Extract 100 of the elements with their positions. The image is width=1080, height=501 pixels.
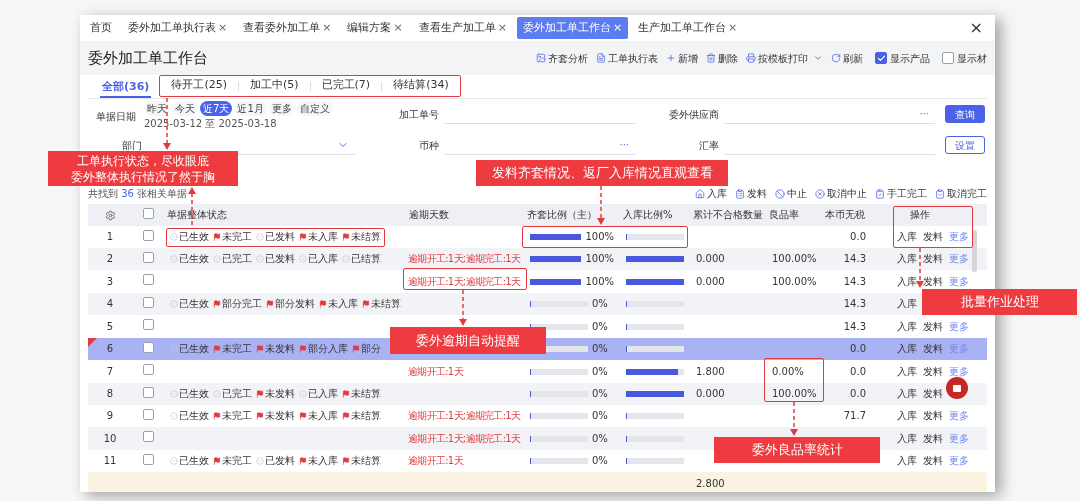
status-label: 已生效 bbox=[179, 297, 209, 311]
status-label: 已生效 bbox=[179, 387, 209, 401]
status-label: 未入库 bbox=[308, 230, 338, 244]
callout-text: 委外整体执行情况了然于胸 bbox=[71, 168, 215, 185]
callout-text: 工单执行状态，尽收眼底 bbox=[77, 152, 209, 169]
row-number: 6 bbox=[106, 343, 114, 354]
percent-text: 0% bbox=[592, 454, 608, 468]
column-header: 入库比例% bbox=[623, 209, 673, 220]
status-label: 已发料 bbox=[265, 230, 295, 244]
field-label: 委外供应商 bbox=[668, 107, 720, 122]
status-label: 未入库 bbox=[308, 454, 338, 468]
overdue-text: 逾期开工:1天;逾期完工:1天 bbox=[408, 275, 521, 287]
percent-text: 100% bbox=[585, 274, 614, 289]
status-label: 未完工 bbox=[222, 409, 252, 423]
overdue-text: 逾期开工:1天;逾期完工:1天 bbox=[408, 432, 521, 444]
quantity-text: 0.000 bbox=[696, 388, 725, 399]
yield-text: 100.00% bbox=[772, 253, 817, 264]
percent-text: 100% bbox=[585, 230, 614, 244]
percent-text: 0% bbox=[592, 387, 608, 401]
status-label: 已生效 bbox=[179, 342, 209, 356]
percent-text: 0% bbox=[592, 342, 608, 356]
overdue-text: 逾期开工:1天;逾期完工:1天 bbox=[408, 253, 521, 264]
date-range: 2025-03-12 至 2025-03-18 bbox=[144, 117, 278, 130]
status-label: 已入库 bbox=[308, 252, 338, 266]
status-label: 未结算 bbox=[351, 454, 381, 468]
status-label: 已结算 bbox=[351, 252, 381, 266]
amount-text: 14.3 bbox=[843, 298, 866, 309]
column-header: 齐套比例（主） bbox=[527, 209, 597, 220]
total-quantity: 2.800 bbox=[696, 478, 725, 489]
amount-text: 71.7 bbox=[843, 410, 866, 421]
status-label: 已生效 bbox=[179, 230, 209, 244]
amount-text: 14.3 bbox=[843, 275, 866, 287]
row-number: 4 bbox=[106, 298, 114, 309]
percent-text: 0% bbox=[592, 409, 608, 423]
percent-text: 0% bbox=[592, 319, 608, 334]
field-label: 部门 bbox=[121, 138, 143, 153]
yield-text: 100.00% bbox=[772, 275, 817, 287]
status-label: 已完工 bbox=[222, 387, 252, 401]
column-header: 本币无税 bbox=[825, 209, 865, 220]
row-number: 11 bbox=[103, 455, 117, 466]
status-label: 未入库 bbox=[308, 409, 338, 423]
status-label: 未结算 bbox=[351, 387, 381, 401]
page-title: 委外加工单工作台 bbox=[88, 47, 208, 69]
row-number: 1 bbox=[106, 231, 114, 242]
checkbox-label: 显示产品 bbox=[890, 51, 930, 66]
status-label: 已入库 bbox=[308, 387, 338, 401]
status-label: 未发料 bbox=[265, 409, 295, 423]
status-label: 部分完工 bbox=[222, 297, 262, 311]
column-header: 良品率 bbox=[769, 209, 799, 220]
field-label: 币种 bbox=[418, 138, 440, 153]
status-label: 部分发料 bbox=[275, 297, 315, 311]
checkbox-label: 显示材 bbox=[957, 51, 987, 66]
overdue-text: 逾期开工:1天 bbox=[408, 365, 463, 377]
row-number: 8 bbox=[106, 388, 114, 399]
status-label: 部分 bbox=[361, 342, 381, 356]
status-label: 未完工 bbox=[222, 342, 252, 356]
column-header: 累计不合格数量 bbox=[693, 209, 763, 220]
status-label: 未结算 bbox=[371, 297, 401, 311]
status-label: 未入库 bbox=[328, 297, 358, 311]
quantity-text: 0.000 bbox=[696, 275, 725, 287]
status-label: 已生效 bbox=[179, 454, 209, 468]
field-label: 加工单号 bbox=[398, 107, 440, 122]
overdue-text: 逾期开工:1天;逾期完工:1天 bbox=[408, 410, 521, 421]
quantity-text: 1.800 bbox=[696, 365, 725, 377]
status-label: 未完工 bbox=[222, 454, 252, 468]
row-number: 5 bbox=[106, 320, 114, 332]
status-label: 已生效 bbox=[179, 252, 209, 266]
yield-text: 100.00% bbox=[772, 388, 817, 399]
status-label: 已发料 bbox=[265, 252, 295, 266]
row-number: 9 bbox=[106, 410, 114, 421]
row-number: 7 bbox=[106, 365, 114, 377]
quantity-text: 0.000 bbox=[696, 253, 725, 264]
amount-text: 14.3 bbox=[843, 253, 866, 264]
row-number: 2 bbox=[106, 253, 114, 264]
status-label: 已生效 bbox=[179, 409, 209, 423]
column-header: 操作 bbox=[910, 209, 930, 220]
status-label: 部分入库 bbox=[308, 342, 348, 356]
status-label: 未结算 bbox=[351, 230, 381, 244]
overdue-text: 逾期开工:1天 bbox=[408, 455, 463, 466]
column-header: 单据整体状态 bbox=[167, 209, 227, 220]
status-label: 已完工 bbox=[222, 252, 252, 266]
percent-text: 0% bbox=[592, 431, 608, 446]
field-label: 单据日期 bbox=[95, 110, 137, 124]
percent-text: 100% bbox=[585, 252, 614, 266]
percent-text: 0% bbox=[592, 364, 608, 379]
amount-text: 0.0 bbox=[850, 365, 866, 377]
amount-text: 0.0 bbox=[850, 343, 866, 354]
row-number: 10 bbox=[103, 432, 117, 444]
status-label: 未发料 bbox=[265, 387, 295, 401]
amount-text: 0.0 bbox=[850, 388, 866, 399]
field-label: 汇率 bbox=[698, 138, 720, 153]
amount-text: 14.3 bbox=[843, 320, 866, 332]
status-label: 未结算 bbox=[351, 409, 381, 423]
amount-text: 0.0 bbox=[850, 231, 866, 242]
status-label: 已发料 bbox=[265, 454, 295, 468]
status-label: 未完工 bbox=[222, 230, 252, 244]
row-number: 3 bbox=[106, 275, 114, 287]
result-count: 共找到 36 张相关单据 bbox=[88, 187, 188, 201]
percent-text: 0% bbox=[592, 297, 608, 311]
callout-text: 发料齐套情况、返厂入库情况直观查看 bbox=[491, 164, 713, 183]
